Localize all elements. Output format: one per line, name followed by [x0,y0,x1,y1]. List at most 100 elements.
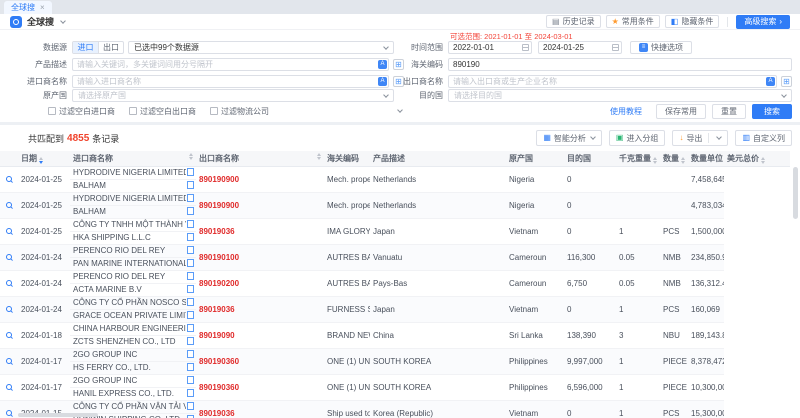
copy-icon[interactable] [188,313,193,319]
copy-icon[interactable] [188,287,193,293]
copy-icon[interactable] [188,404,193,410]
search-button[interactable]: 搜索 [752,104,792,119]
cell-importer: PERENCO RIO DEL REY [73,271,186,284]
copy-icon[interactable] [188,352,193,358]
cell-exporter: HANIL EXPRESS CO., LTD. [73,388,186,401]
copy-icon[interactable] [188,183,193,189]
filter-empty-exporter-option[interactable]: 过滤空白出口商 [129,106,196,117]
row-detail-search-icon[interactable] [6,410,12,416]
copy-icon[interactable] [188,261,193,267]
favorites-button[interactable]: ★ 常用条件 [606,15,660,28]
col-exporter[interactable]: 出口商名称 [196,151,324,166]
row-detail-search-icon[interactable] [6,228,12,234]
translate-icon[interactable]: A [766,77,775,86]
copy-icon[interactable] [188,248,193,254]
col-product-desc-label: 产品描述 [373,154,405,163]
vertical-scrollbar[interactable] [793,167,798,411]
sort-icons[interactable] [761,157,765,164]
filter-empty-importer-option[interactable]: 过滤空白进口商 [48,106,115,117]
col-weight-kg[interactable]: 千克重量 [616,151,660,166]
cell-quantity: 0.05 [619,279,635,288]
cell-usd-total: 4,783,034.61 [691,201,724,210]
origin-select[interactable]: 请选择原产国 [72,89,394,102]
checkbox-icon[interactable] [129,107,137,115]
customize-columns-button[interactable]: ▥ 自定义列 [735,130,792,146]
cell-hs-code: 89019090 [199,331,235,340]
copy-icon[interactable] [188,339,193,345]
smart-analysis-label: 智能分析 [554,133,586,144]
cell-weight-kg: 6,596,000 [567,383,603,392]
sort-icons[interactable] [39,157,43,164]
copy-icon[interactable] [188,391,193,397]
copy-icon[interactable] [188,300,193,306]
cell-usd-total: 8,378,472 [691,357,724,366]
col-quantity[interactable]: 数量 [660,151,688,166]
save-common-button[interactable]: 保存常用 [656,104,706,119]
cell-origin-country: China [373,331,394,340]
end-date-input[interactable] [538,41,622,54]
horizontal-scrollbar-thumb[interactable] [18,413,98,417]
translate-icon[interactable]: A [378,60,387,69]
copy-icon[interactable] [188,209,193,215]
col-usd-total[interactable]: 美元总价 [724,151,790,166]
sort-icons[interactable] [653,157,657,164]
tab-global-search[interactable]: 全球搜 × [4,1,52,14]
quick-options-button[interactable]: ≡ 快捷选项 [630,41,692,54]
importer-input[interactable] [72,75,389,88]
import-toggle[interactable]: 进口 [73,42,98,53]
start-date-input[interactable] [448,41,532,54]
chevron-down-icon[interactable] [60,18,66,24]
destination-select[interactable]: 请选择目的国 [448,89,792,102]
sort-icons[interactable] [189,153,193,160]
export-toggle[interactable]: 出口 [98,42,123,53]
close-icon[interactable]: × [40,3,45,12]
export-button[interactable]: ↓ 导出 [672,130,728,146]
data-source-select[interactable]: 已选中99个数据源 [128,41,394,54]
reset-button[interactable]: 重置 [712,104,746,119]
table-row: 2024-01-172GO GROUP INCHS FERRY CO., LTD… [0,349,790,375]
cell-quantity: 0.05 [619,253,635,262]
filter-logistics-option[interactable]: 过滤物流公司 [210,106,269,117]
col-importer[interactable]: 进口商名称 [70,151,196,166]
copy-icon[interactable] [188,365,193,371]
row-detail-search-icon[interactable] [6,306,12,312]
cell-exporter: BALHAM [73,206,186,219]
smart-analysis-button[interactable]: ▦ 智能分析 [536,130,602,146]
copy-icon[interactable] [188,222,193,228]
row-detail-search-icon[interactable] [6,254,12,260]
copy-icon[interactable] [188,196,193,202]
row-detail-search-icon[interactable] [6,202,12,208]
cell-quantity-unit: PCS [663,227,679,236]
more-options-icon[interactable]: ⊞ [781,76,792,87]
hide-conditions-label: 隐藏条件 [681,16,713,27]
advanced-search-button[interactable]: 高级搜索 › [736,15,790,29]
checkbox-icon[interactable] [48,107,56,115]
chevron-down-icon[interactable] [717,134,723,140]
row-detail-search-icon[interactable] [6,358,12,364]
enter-group-button[interactable]: ▣ 进入分组 [609,130,666,146]
sort-icons[interactable] [681,157,685,164]
translate-icon[interactable]: A [378,77,387,86]
col-quantity-unit-label: 数量单位 [691,154,723,163]
row-detail-search-icon[interactable] [6,332,12,338]
tutorial-link[interactable]: 使用教程 [610,106,642,117]
checkbox-icon[interactable] [210,107,218,115]
row-detail-search-icon[interactable] [6,280,12,286]
copy-icon[interactable] [188,274,193,280]
scrollbar-thumb[interactable] [793,167,798,219]
row-detail-search-icon[interactable] [6,176,12,182]
copy-icon[interactable] [188,170,193,176]
exporter-input[interactable] [448,75,777,88]
copy-icon[interactable] [188,378,193,384]
copy-icon[interactable] [188,235,193,241]
col-date[interactable]: 日期 [18,151,70,166]
product-desc-input[interactable] [72,58,389,71]
sort-icons[interactable] [317,153,321,160]
copy-icon[interactable] [188,326,193,332]
hide-conditions-button[interactable]: ◧ 隐藏条件 [665,15,720,28]
row-detail-search-icon[interactable] [6,384,12,390]
cell-product-desc: Mech. propelled vessels for the transpor… [327,201,370,210]
history-button[interactable]: ▤ 历史记录 [546,15,601,28]
hs-code-input[interactable] [448,58,792,71]
cell-importer: PERENCO RIO DEL REY [73,245,186,258]
